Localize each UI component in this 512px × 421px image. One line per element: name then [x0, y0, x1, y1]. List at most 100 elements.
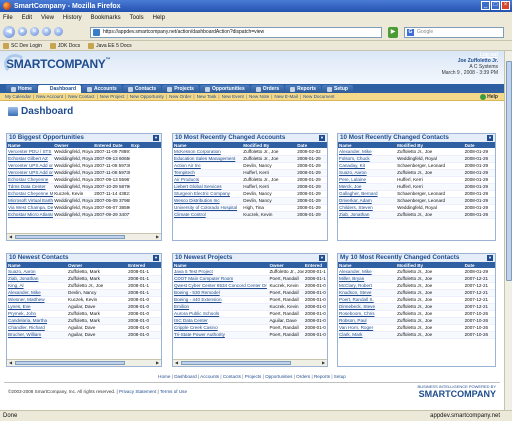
forward-button[interactable]: ▶ — [18, 27, 27, 36]
app-logo[interactable]: SMARTCOMPANY™ — [4, 54, 111, 74]
row-link[interactable]: Air Products — [173, 176, 243, 184]
row-link[interactable]: Suazo, Aaron — [7, 268, 68, 276]
tab-orders[interactable]: Orders — [250, 85, 285, 93]
row-link[interactable]: Chandler, Richard — [7, 324, 68, 332]
row-link[interactable]: Vercenter UPS Add on — [7, 169, 54, 177]
row-link[interactable]: Poert, Randall S. — [338, 296, 397, 304]
reload-button[interactable]: ↻ — [30, 27, 39, 36]
quick-action-new-opportunity[interactable]: New Opportunity — [130, 94, 164, 99]
row-link[interactable]: Echostar Cheyenne MER 3 — [7, 190, 54, 198]
quick-action-new-order[interactable]: New Order — [169, 94, 191, 99]
quick-action-new-e-mail[interactable]: New E-Mail — [274, 94, 297, 99]
row-link[interactable]: Candelaria, Martha — [7, 317, 68, 325]
row-link[interactable]: Clark, Mark — [338, 331, 397, 339]
menu-bookmarks[interactable]: Bookmarks — [91, 15, 121, 21]
row-link[interactable]: Miller, Bryan — [338, 275, 397, 283]
row-link[interactable]: Education Sales Management — [173, 155, 243, 163]
url-field[interactable]: https://appdev.smartcompany.net/action/d… — [90, 27, 382, 38]
footer-link-dashboard[interactable]: Dashboard — [174, 374, 196, 379]
quick-action-new-document[interactable]: New Document — [303, 94, 334, 99]
terms-link[interactable]: Terms of Use — [160, 389, 187, 394]
row-link[interactable]: Echostar Gilbert AZ — [7, 155, 54, 163]
maximize-button[interactable]: □ — [491, 1, 500, 10]
logout-link[interactable]: Log out — [480, 52, 498, 58]
row-link[interactable]: Microsoft Virtual Earth 2007 — [7, 197, 54, 205]
tab-opportunities[interactable]: Opportunities — [199, 85, 250, 93]
row-link[interactable]: Echostar Micro Atlanta — [7, 211, 54, 219]
row-link[interactable]: Cripple Creek Casino — [173, 324, 269, 332]
row-link[interactable]: Pere, Lalaine — [338, 176, 397, 184]
horizontal-scrollbar[interactable]: ◀ ▶ — [7, 233, 161, 240]
vertical-scrollbar[interactable] — [504, 51, 512, 410]
column-header[interactable]: Exp — [130, 142, 161, 148]
panel-menu-icon[interactable]: ▼ — [319, 255, 325, 261]
scroll-right-icon[interactable]: ▶ — [154, 234, 161, 240]
row-link[interactable]: Brucher, William — [7, 331, 68, 339]
tab-setup[interactable]: Setup — [322, 85, 353, 93]
scroll-right-icon[interactable]: ▶ — [154, 360, 161, 366]
row-link[interactable]: Via West Champa, Denver — [7, 204, 54, 212]
row-link[interactable]: Wesco Distribution Inc — [173, 197, 243, 205]
row-link[interactable]: CDOT Main Computer Room — [173, 275, 269, 283]
row-link[interactable]: Vercenter PDU / STS — [7, 148, 54, 156]
menu-file[interactable]: File — [3, 15, 13, 21]
footer-link-setup[interactable]: Setup — [334, 374, 346, 379]
tab-projects[interactable]: Projects — [162, 85, 199, 93]
row-link[interactable]: Knudson, Steve — [338, 289, 397, 297]
quick-action-new-account[interactable]: New Account — [36, 94, 63, 99]
row-link[interactable]: Vercenter UPS Add on — [7, 162, 54, 170]
bookmark-sc-dev-login[interactable]: SC Dev Login — [3, 42, 42, 49]
quick-action-new-event[interactable]: New Event — [222, 94, 244, 99]
panel-menu-icon[interactable]: ▼ — [487, 255, 493, 261]
row-link[interactable]: ISC Data Center — [173, 317, 269, 325]
row-link[interactable]: Roseboom, Chris — [338, 310, 397, 318]
bookmark-java-ee-docs[interactable]: Java EE 5 Docs — [88, 42, 132, 49]
row-link[interactable]: Boeing - 530 Remodel — [173, 289, 269, 297]
scroll-left-icon[interactable]: ◀ — [173, 360, 180, 366]
row-link[interactable]: Tri-State Power Authority — [173, 331, 269, 339]
footer-link-home[interactable]: Home — [158, 374, 170, 379]
panel-menu-icon[interactable]: ▼ — [153, 135, 159, 141]
footer-link-reports[interactable]: Reports — [314, 374, 330, 379]
tab-accounts[interactable]: Accounts — [82, 85, 122, 93]
panel-menu-icon[interactable]: ▼ — [153, 255, 159, 261]
row-link[interactable]: Boeing - 440 Extension — [173, 296, 269, 304]
row-link[interactable]: Folsom, Chuck — [338, 155, 397, 163]
scrollbar-thumb[interactable] — [181, 361, 291, 365]
scroll-left-icon[interactable]: ◀ — [7, 360, 14, 366]
footer-link-contacts[interactable]: Contacts — [223, 374, 241, 379]
row-link[interactable]: Merck, Joe — [338, 183, 397, 191]
footer-link-orders[interactable]: Orders — [296, 374, 310, 379]
row-link[interactable]: Suazo, Aaron — [338, 169, 397, 177]
row-link[interactable]: McClary, Robert — [338, 282, 397, 290]
scroll-left-icon[interactable]: ◀ — [7, 234, 14, 240]
row-link[interactable]: Liebert Global Services — [173, 183, 243, 191]
row-link[interactable]: Java 5 Test Project — [173, 268, 269, 276]
tab-home[interactable]: Home — [6, 85, 37, 93]
menu-tools[interactable]: Tools — [130, 15, 144, 21]
menu-edit[interactable]: Edit — [22, 15, 32, 21]
quick-action-new-note[interactable]: New Note — [249, 94, 269, 99]
horizontal-scrollbar[interactable]: ◀ ▶ — [7, 359, 161, 366]
row-link[interactable]: Qwest Cyber Center 8534 Concord Center D… — [173, 282, 269, 290]
quick-action-new-project[interactable]: New Project — [100, 94, 125, 99]
scrollbar-thumb[interactable] — [506, 61, 512, 281]
footer-link-accounts[interactable]: Accounts — [200, 374, 219, 379]
row-link[interactable]: Dinnebeck, Steve — [338, 303, 397, 311]
row-link[interactable]: Van Horn, Roger — [338, 324, 397, 332]
row-link[interactable]: Wiesner, Matthew — [7, 296, 68, 304]
quick-action-new-contact[interactable]: New Contact — [68, 94, 94, 99]
row-link[interactable]: Alexander, Mike — [7, 289, 68, 297]
row-link[interactable]: Ziab, Jonathan — [338, 211, 397, 219]
menu-history[interactable]: History — [63, 15, 82, 21]
tab-dashboard[interactable]: Dashboard — [37, 85, 82, 93]
tab-contacts[interactable]: Contacts — [122, 85, 162, 93]
horizontal-scrollbar[interactable]: ◀ ▶ — [173, 359, 327, 366]
menu-help[interactable]: Help — [153, 15, 165, 21]
row-link[interactable]: Tempitech — [173, 169, 243, 177]
row-link[interactable]: King, Al — [7, 282, 68, 290]
row-link[interactable]: Lynes, Eve — [7, 303, 68, 311]
row-link[interactable]: Driverkar, Adam — [338, 197, 397, 205]
row-link[interactable]: Action Air Inc — [173, 162, 243, 170]
footer-link-opportunities[interactable]: Opportunities — [265, 374, 292, 379]
